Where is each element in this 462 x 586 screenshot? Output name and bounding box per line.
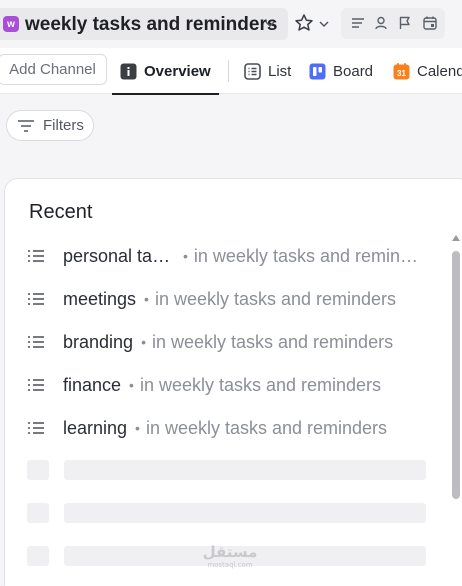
list-icon: [28, 336, 44, 348]
tab-label: Board: [333, 62, 374, 80]
board-icon: [309, 63, 326, 79]
page-title: weekly tasks and reminders: [25, 14, 278, 35]
list-item[interactable]: learning • in weekly tasks and reminders: [27, 414, 427, 442]
list-item-name: learning: [63, 417, 128, 438]
recent-card: Recent personal tasks • in weekly tasks …: [4, 178, 462, 586]
list-item[interactable]: meetings • in weekly tasks and reminders: [27, 285, 427, 313]
chevron-down-icon[interactable]: [318, 18, 330, 30]
separator-dot: •: [135, 420, 140, 436]
tab-label: Calendar: [417, 62, 462, 80]
skeleton-placeholder: [27, 546, 49, 566]
tab-label: Overview: [144, 62, 211, 80]
tab-overview[interactable]: Overview: [112, 48, 219, 95]
list-view-icon: [244, 62, 261, 80]
separator-dot: •: [183, 248, 188, 264]
scrollbar[interactable]: [451, 235, 461, 505]
watermark: مستقل mostaql.com: [200, 544, 260, 574]
info-icon: [120, 63, 137, 79]
card-title: Recent: [29, 201, 93, 223]
scroll-up-arrow-icon[interactable]: [452, 235, 460, 241]
list-item-location: in weekly tasks and reminders: [154, 288, 397, 309]
list-item[interactable]: branding • in weekly tasks and reminders: [27, 328, 427, 356]
list-icon: [28, 422, 44, 434]
filters-label: Filters: [43, 117, 84, 134]
top-bar: w weekly tasks and reminders: [0, 0, 462, 48]
separator-dot: •: [144, 291, 149, 307]
skeleton-placeholder: [27, 503, 49, 523]
list-item-name: meetings: [63, 288, 137, 309]
tab-label: List: [268, 62, 292, 80]
watermark-text: مستقل: [202, 543, 258, 561]
space-title-button[interactable]: w weekly tasks and reminders: [0, 8, 288, 40]
tab-board[interactable]: Board: [309, 48, 373, 94]
list-icon: [28, 250, 44, 262]
view-tabs-bar: Add Channel Overview List Board 31 Calen…: [0, 48, 462, 95]
star-icon[interactable]: [294, 13, 314, 33]
tab-list[interactable]: List: [244, 48, 291, 94]
filters-button[interactable]: Filters: [6, 110, 94, 141]
divider: [228, 60, 229, 82]
calendar-icon: 31: [393, 62, 410, 79]
text-lines-icon[interactable]: [350, 15, 366, 31]
list-item-name: personal tasks: [63, 245, 175, 266]
separator-dot: •: [129, 377, 134, 393]
calendar-icon-text: 31: [397, 69, 406, 78]
filter-icon: [18, 119, 34, 132]
list-item-name: branding: [63, 331, 134, 352]
separator-dot: •: [141, 334, 146, 350]
list-item[interactable]: finance • in weekly tasks and reminders: [27, 371, 427, 399]
list-item-location: in weekly tasks and reminders: [193, 245, 422, 266]
skeleton-placeholder: [64, 460, 426, 480]
calendar-icon[interactable]: [422, 15, 438, 31]
skeleton-placeholder: [27, 460, 49, 480]
tab-calendar[interactable]: 31 Calendar: [393, 48, 462, 94]
list-item[interactable]: personal tasks • in weekly tasks and rem…: [27, 242, 427, 270]
list-item-name: finance: [63, 374, 122, 395]
list-icon: [28, 293, 44, 305]
flag-icon[interactable]: [397, 15, 413, 31]
skeleton-placeholder: [64, 503, 426, 523]
list-item-location: in weekly tasks and reminders: [145, 417, 388, 438]
space-badge: w: [3, 16, 19, 32]
scrollbar-thumb[interactable]: [452, 251, 460, 499]
chevron-down-icon: [265, 21, 275, 28]
watermark-subtext: mostaql.com: [207, 561, 253, 569]
list-item-location: in weekly tasks and reminders: [139, 374, 382, 395]
add-channel-button[interactable]: Add Channel: [0, 54, 107, 85]
user-icon[interactable]: [373, 15, 389, 31]
header-actions: [341, 8, 445, 39]
list-item-location: in weekly tasks and reminders: [151, 331, 394, 352]
list-icon: [28, 379, 44, 391]
